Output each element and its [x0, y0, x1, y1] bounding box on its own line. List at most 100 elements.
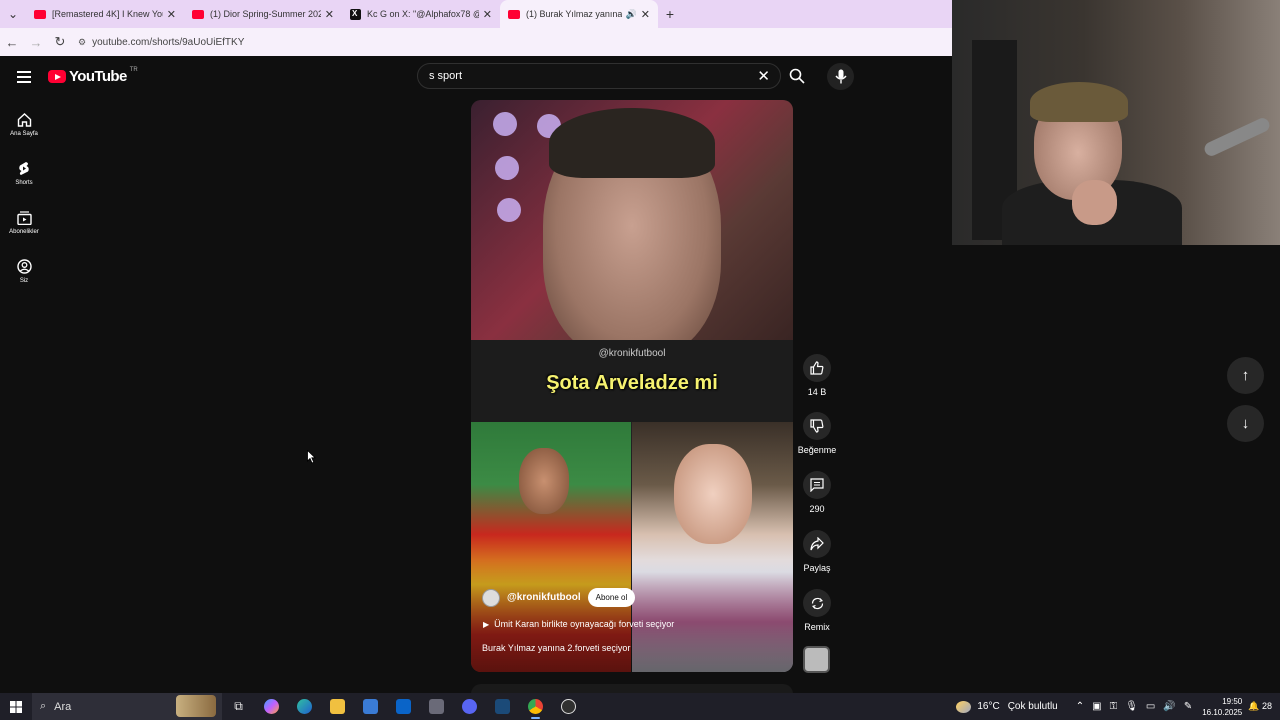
thumbs-down-icon	[810, 419, 824, 433]
channel-info: @kronikfutbool Abone ol	[482, 588, 636, 607]
arrow-down-icon: ↓	[1241, 415, 1250, 432]
youtube-favicon-icon	[192, 9, 204, 19]
video-frame-top: @kronikfutbool Şota Arveladze mi	[471, 100, 793, 422]
like-button[interactable]: 14 B	[797, 354, 837, 397]
volume-icon[interactable]: 🔊	[1163, 701, 1175, 712]
clock[interactable]: 19:50 16.10.2025	[1202, 696, 1242, 718]
dislike-button[interactable]: Beğenme	[797, 412, 837, 455]
outlook-button[interactable]	[387, 693, 420, 720]
tab-close-icon[interactable]: ✕	[483, 8, 492, 21]
reload-button[interactable]: ↻	[48, 34, 72, 50]
channel-name[interactable]: @kronikfutbool	[507, 592, 581, 603]
youtube-play-icon	[48, 70, 66, 83]
track-line[interactable]: ▶ Ümit Karan birlikte oynayacağı forveti…	[483, 619, 674, 629]
video-description[interactable]: Burak Yılmaz yanına 2.forveti seçiyor	[482, 643, 630, 653]
menu-icon[interactable]	[17, 71, 31, 86]
short-video-player[interactable]: @kronikfutbool Şota Arveladze mi @kronik…	[471, 100, 793, 672]
like-count: 14 B	[807, 387, 827, 397]
browser-tab[interactable]: Kc G on X: "@Alphafox78 @gro ✕	[342, 0, 500, 28]
copilot-button[interactable]	[255, 693, 288, 720]
pen-icon[interactable]: ✎	[1184, 701, 1192, 712]
display-tray-icon[interactable]: ▭	[1146, 701, 1155, 712]
weather-widget[interactable]: 16°C Çok bulutlu	[956, 700, 1058, 713]
tab-close-icon[interactable]: ✕	[325, 8, 334, 21]
cloudy-weather-icon	[956, 700, 972, 713]
address-bar: ← → ↻ ⚙ youtube.com/shorts/9aUoUiEfTKY	[0, 28, 952, 56]
thumbs-up-icon	[810, 361, 824, 375]
browser-tab-bar: ⌄ [Remastered 4K] I Knew You We ✕ (1) Di…	[0, 0, 952, 28]
site-info-icon[interactable]: ⚙	[78, 37, 86, 48]
chrome-button[interactable]	[519, 693, 552, 720]
taskbar-search[interactable]: ⌕ Ara	[32, 693, 222, 720]
speaker-icon[interactable]: 🔊	[626, 9, 637, 20]
youtube-logo[interactable]: YouTube TR	[48, 67, 138, 85]
shorts-icon	[19, 162, 29, 175]
share-button[interactable]: Paylaş	[797, 530, 837, 573]
clear-search-icon[interactable]: ✕	[757, 67, 770, 85]
back-button[interactable]: ←	[0, 35, 24, 50]
search-icon	[789, 68, 805, 84]
tab-title: (1) Dior Spring-Summer 2026 s	[210, 9, 321, 19]
mic-tray-icon[interactable]: 🎙	[1125, 701, 1138, 712]
windows-taskbar: ⌕ Ara ⧉ 16°C Çok bulutlu ⌃ ▣ ⚿ 🎙 ▭ 🔊 ✎ 1…	[0, 693, 1280, 720]
network-tray-icon[interactable]: ⚿	[1110, 701, 1118, 712]
sidebar-item-label: Abonelikler	[9, 228, 39, 235]
edge-button[interactable]	[288, 693, 321, 720]
app-button[interactable]	[420, 693, 453, 720]
url-field[interactable]: ⚙ youtube.com/shorts/9aUoUiEfTKY	[78, 37, 244, 48]
sidebar-item-shorts[interactable]: Shorts	[0, 149, 48, 198]
system-tray: 16°C Çok bulutlu ⌃ ▣ ⚿ 🎙 ▭ 🔊 ✎ 19:50 16.…	[956, 693, 1280, 720]
app-tray-icon[interactable]: ▣	[1092, 701, 1101, 712]
store-button[interactable]	[354, 693, 387, 720]
remix-icon-circle	[803, 589, 831, 617]
search-value: s sport	[429, 70, 463, 82]
browser-tab[interactable]: [Remastered 4K] I Knew You We ✕	[26, 0, 184, 28]
remix-button[interactable]: Remix	[797, 589, 837, 632]
remix-icon	[811, 597, 823, 609]
sound-thumbnail[interactable]	[803, 646, 830, 673]
browser-tab-active[interactable]: (1) Burak Yılmaz yanına 2.fo 🔊 ✕	[500, 0, 658, 28]
chevron-up-icon[interactable]: ⌃	[1076, 701, 1084, 712]
new-tab-button[interactable]: +	[658, 6, 682, 22]
right-panel: ↑ ↓	[952, 245, 1280, 693]
forward-button[interactable]: →	[24, 35, 48, 50]
sidebar-item-subscriptions[interactable]: Abonelikler	[0, 198, 48, 247]
clock-time: 19:50	[1222, 696, 1243, 706]
x-favicon-icon	[350, 8, 361, 20]
sidebar-item-home[interactable]: Ana Sayfa	[0, 100, 48, 149]
obs-button[interactable]	[552, 693, 585, 720]
steam-button[interactable]	[486, 693, 519, 720]
voice-search-button[interactable]	[827, 63, 854, 90]
file-explorer-button[interactable]	[321, 693, 354, 720]
taskbar-search-placeholder: Ara	[54, 700, 72, 713]
logo-text: YouTube	[69, 68, 127, 85]
next-short-button[interactable]: ↓	[1227, 405, 1264, 442]
channel-avatar[interactable]	[482, 588, 500, 607]
search-input[interactable]: s sport ✕	[417, 63, 781, 89]
share-icon-circle	[803, 530, 831, 558]
tab-title: (1) Burak Yılmaz yanına 2.fo	[526, 9, 622, 19]
track-text: Ümit Karan birlikte oynayacağı forveti s…	[494, 619, 675, 629]
start-button[interactable]	[0, 693, 32, 720]
notification-center-button[interactable]: 🔔 28	[1248, 701, 1272, 712]
notification-count: 28	[1261, 701, 1272, 711]
comments-button[interactable]: 290	[797, 471, 837, 514]
subscriptions-icon	[16, 210, 32, 225]
steam-icon	[495, 699, 510, 714]
tray-icons: ⌃ ▣ ⚿ 🎙 ▭ 🔊 ✎	[1072, 701, 1196, 712]
tab-close-icon[interactable]: ✕	[641, 8, 650, 21]
tab-search-chevron-icon[interactable]: ⌄	[0, 0, 26, 28]
tab-title: Kc G on X: "@Alphafox78 @gro	[367, 9, 479, 19]
chrome-icon	[528, 699, 543, 714]
dislike-icon-circle	[803, 412, 831, 440]
sidebar: Ana Sayfa Shorts Abonelikler Siz	[0, 100, 48, 296]
previous-short-button[interactable]: ↑	[1227, 357, 1264, 394]
browser-tab[interactable]: (1) Dior Spring-Summer 2026 s ✕	[184, 0, 342, 28]
search-button[interactable]	[781, 63, 813, 89]
task-view-button[interactable]: ⧉	[222, 693, 255, 720]
subscribe-button[interactable]: Abone ol	[587, 588, 636, 607]
discord-button[interactable]	[453, 693, 486, 720]
tab-close-icon[interactable]: ✕	[167, 8, 176, 21]
sidebar-item-you[interactable]: Siz	[0, 247, 48, 296]
app-icon	[429, 699, 444, 714]
